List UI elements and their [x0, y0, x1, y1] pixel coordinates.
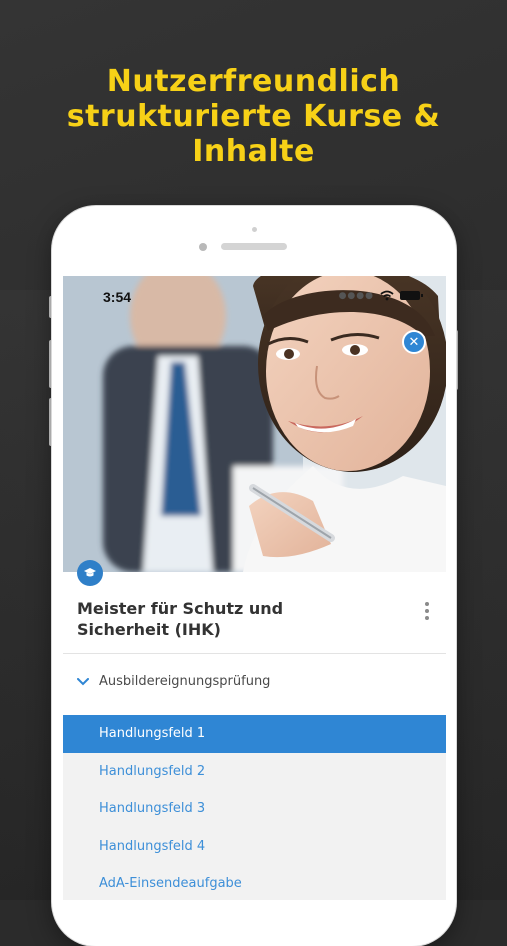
divider	[63, 653, 446, 654]
headline-line-3: Inhalte	[192, 134, 315, 169]
proximity-sensor	[252, 227, 257, 232]
hero-photo	[63, 276, 446, 572]
promo-headline: Nutzerfreundlich strukturierte Kurse & I…	[0, 64, 507, 169]
signal-dots-icon: ●●●●	[338, 290, 374, 301]
close-icon[interactable]: ✕	[402, 330, 426, 354]
more-vertical-icon[interactable]	[424, 602, 430, 620]
status-time: 3:54	[103, 289, 132, 305]
front-camera	[199, 243, 207, 251]
list-item[interactable]: Handlungsfeld 4	[63, 828, 446, 866]
lesson-list: Handlungsfeld 1 Handlungsfeld 2 Handlung…	[63, 715, 446, 900]
hero-image: 3:54 ●●●● ✕	[63, 276, 446, 572]
section-header[interactable]: Ausbildereignungsprüfung	[77, 674, 270, 689]
course-title-line-2: Sicherheit (IHK)	[77, 620, 221, 639]
headline-line-1: Nutzerfreundlich	[106, 64, 401, 99]
app-screen: 3:54 ●●●● ✕ Meister für Schutz und Siche…	[63, 276, 446, 900]
course-title-line-1: Meister für Schutz und	[77, 599, 284, 618]
headline-line-2: strukturierte Kurse &	[66, 99, 441, 134]
chevron-down-icon	[77, 677, 89, 685]
list-item[interactable]: Handlungsfeld 2	[63, 753, 446, 791]
graduation-cap-icon	[77, 560, 103, 586]
wifi-icon	[380, 290, 394, 301]
course-title: Meister für Schutz und Sicherheit (IHK)	[77, 598, 377, 640]
section-label: Ausbildereignungsprüfung	[99, 674, 271, 689]
battery-icon	[400, 291, 423, 300]
list-item[interactable]: Handlungsfeld 1	[63, 715, 446, 753]
status-icons: ●●●●	[338, 290, 423, 301]
list-item[interactable]: Handlungsfeld 3	[63, 790, 446, 828]
list-item[interactable]: AdA-Einsendeaufgabe	[63, 865, 446, 900]
earpiece-speaker	[221, 243, 287, 250]
